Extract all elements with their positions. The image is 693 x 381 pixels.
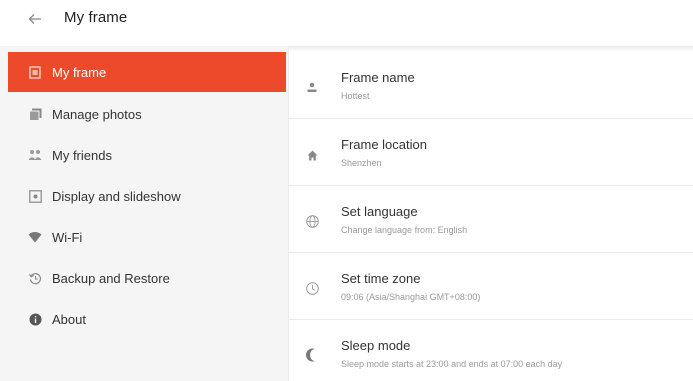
setting-subtitle: Sleep mode starts at 23:00 and ends at 0… — [341, 359, 563, 369]
setting-row-frame-location[interactable]: Frame location Shenzhen — [289, 119, 693, 186]
setting-title: Set language — [341, 204, 418, 219]
sidebar-item-label: My friends — [52, 147, 112, 163]
wifi-icon — [28, 230, 42, 244]
frame-icon — [28, 65, 42, 79]
sidebar-item-my-friends[interactable]: My friends — [8, 135, 286, 175]
setting-title: Frame name — [341, 70, 415, 85]
sidebar-item-about[interactable]: About — [8, 299, 286, 339]
setting-title: Frame location — [341, 137, 427, 152]
photos-icon — [28, 107, 42, 121]
sidebar-item-manage-photos[interactable]: Manage photos — [8, 94, 286, 134]
setting-title: Set time zone — [341, 271, 421, 286]
setting-row-sleep-mode[interactable]: Sleep mode Sleep mode starts at 23:00 an… — [289, 320, 693, 381]
sidebar: My frame Manage photos My friends Displa… — [0, 46, 288, 381]
top-bar: My frame — [0, 0, 693, 46]
sidebar-item-my-frame[interactable]: My frame — [8, 52, 286, 92]
setting-subtitle: Hottest — [341, 91, 370, 101]
sidebar-item-label: Display and slideshow — [52, 188, 181, 204]
sidebar-item-label: Backup and Restore — [52, 270, 170, 286]
setting-subtitle: 09:06 (Asia/Shanghai GMT+08:00) — [341, 292, 481, 302]
setting-title: Sleep mode — [341, 338, 411, 353]
sidebar-item-label: Manage photos — [52, 106, 142, 122]
moon-icon — [305, 348, 319, 362]
sidebar-item-backup-restore[interactable]: Backup and Restore — [8, 258, 286, 298]
backup-icon — [28, 271, 42, 285]
setting-row-frame-name[interactable]: Frame name Hottest — [289, 52, 693, 119]
sidebar-item-wifi[interactable]: Wi-Fi — [8, 217, 286, 257]
back-arrow-icon[interactable] — [27, 11, 43, 27]
app-window: My frame My frame Manage photos My frien… — [0, 0, 693, 381]
setting-subtitle: Shenzhen — [341, 158, 382, 168]
person-icon — [305, 80, 319, 94]
sidebar-item-label: About — [52, 311, 86, 327]
friends-icon — [28, 148, 42, 162]
clock-icon — [305, 281, 319, 295]
page-title: My frame — [64, 9, 128, 26]
info-icon — [28, 312, 42, 326]
display-icon — [28, 189, 42, 203]
setting-row-set-language[interactable]: Set language Change language from: Engli… — [289, 186, 693, 253]
sidebar-item-display-slideshow[interactable]: Display and slideshow — [8, 176, 286, 216]
setting-row-set-time-zone[interactable]: Set time zone 09:06 (Asia/Shanghai GMT+0… — [289, 253, 693, 320]
home-icon — [305, 148, 319, 162]
globe-icon — [305, 214, 319, 228]
sidebar-item-label: My frame — [52, 64, 107, 80]
setting-subtitle: Change language from: English — [341, 225, 468, 235]
sidebar-item-label: Wi-Fi — [52, 229, 83, 245]
settings-panel: Frame name Hottest Frame location Shenzh… — [289, 46, 693, 381]
